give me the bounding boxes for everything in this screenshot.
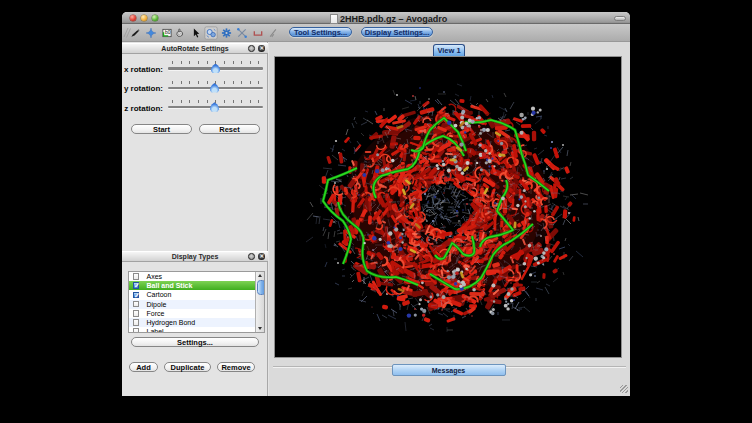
svg-text:b0: b0 <box>165 30 171 35</box>
